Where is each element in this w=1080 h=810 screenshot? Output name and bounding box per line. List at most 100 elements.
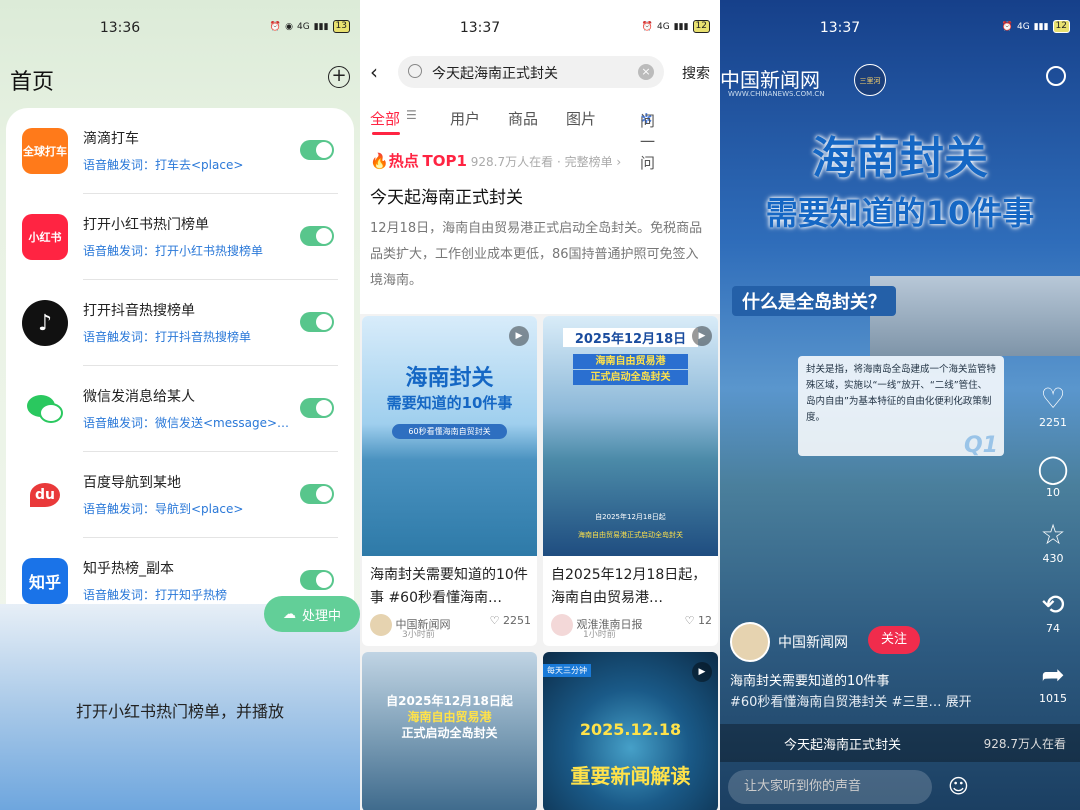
result-card[interactable]: 2025年12月18日 海南自由贸易港 正式启动全岛封关 自2025年12月18…	[543, 316, 718, 646]
forward-icon: ➦	[1041, 658, 1065, 691]
add-icon[interactable]: +	[328, 66, 350, 88]
like-button[interactable]: ♡ 2251	[1034, 382, 1072, 429]
status-time: 13:37	[459, 20, 501, 36]
tab-bar: 全部 ☰ 用户 商品 图片 ✲ 问一问	[370, 108, 656, 172]
shortcut-trigger: 语音触发词：打开小红书热搜榜单	[83, 244, 264, 258]
shortcut-name: 微信发消息给某人	[83, 389, 195, 405]
hot-topic-badge[interactable]: 🔥热点 TOP1 928.7万人在看 · 完整榜单 ›	[370, 150, 621, 171]
result-thumbnail: 自2025年12月18日起 海南自由贸易港 正式启动全岛封关	[362, 652, 537, 810]
battery-indicator: 13	[332, 20, 350, 33]
tab-users[interactable]: 用户	[450, 108, 480, 129]
favorite-button[interactable]: ☆ 430	[1034, 518, 1072, 565]
alarm-icon: ⏰	[269, 21, 282, 32]
play-icon: ▶	[692, 326, 712, 346]
result-thumbnail: 2025年12月18日 海南自由贸易港 正式启动全岛封关 自2025年12月18…	[543, 316, 718, 556]
shortcut-name: 百度导航到某地	[83, 475, 181, 491]
shortcut-trigger: 语音触发词：导航到<place>	[83, 502, 244, 516]
xiaohongshu-logo-icon: 小红书	[22, 214, 68, 260]
follow-button[interactable]: 关注	[868, 626, 920, 654]
douyin-logo-icon: ♪	[22, 300, 68, 346]
tab-images[interactable]: 图片	[566, 108, 596, 129]
toggle-switch[interactable]	[300, 312, 334, 332]
battery-indicator: 12	[1052, 20, 1070, 33]
share-button[interactable]: ⟲ 74	[1034, 588, 1072, 635]
list-item[interactable]: 小红书 打开小红书热门榜单语音触发词：打开小红书热搜榜单	[6, 194, 354, 280]
status-bar: 13:37 ⏰ 4G ▮▮▮ 12	[720, 0, 1080, 56]
list-item[interactable]: 微信发消息给某人语音触发词：微信发送<message>…	[6, 366, 354, 452]
status-time: 13:36	[99, 20, 141, 36]
search-input[interactable]: 今天起海南正式封关 ×	[398, 56, 664, 88]
status-bar: 13:37 ⏰ 4G ▮▮▮ 12	[360, 0, 720, 56]
avatar	[370, 614, 392, 636]
result-thumbnail: 每天三分钟 2025.12.18 重要新闻解读 ▶	[543, 652, 718, 810]
result-card[interactable]: 海南封关 需要知道的10件事 60秒看懂海南自贸封关 ▶ 海南封关需要知道的10…	[362, 316, 537, 646]
video-caption: 海南封关需要知道的10件事	[730, 674, 890, 689]
shortcut-name: 打开抖音热搜榜单	[83, 303, 195, 319]
voice-command-text: 打开小红书热门榜单，并播放	[75, 702, 284, 721]
status-bar: 13:36 ⏰ ◉ 4G ▮▮▮ 13	[0, 0, 360, 56]
toggle-switch[interactable]	[300, 570, 334, 590]
result-thumbnail: 海南封关 需要知道的10件事 60秒看懂海南自贸封关 ▶	[362, 316, 537, 556]
shortcut-name: 打开小红书热门榜单	[83, 217, 209, 233]
emoji-icon[interactable]: ☺	[948, 774, 969, 798]
signal-label: 4G	[656, 21, 670, 32]
zhihu-logo-icon: 知乎	[22, 558, 68, 604]
hot-topic-bar[interactable]: 今天起海南正式封关 928.7万人在看	[720, 724, 1080, 762]
tab-products[interactable]: 商品	[508, 108, 538, 129]
avatar	[551, 614, 573, 636]
channel-badge: 三里河	[854, 64, 886, 96]
result-caption: 海南封关需要知道的10件事 #60秒看懂海南…	[370, 567, 528, 606]
list-item[interactable]: du 百度导航到某地 语音触发词：导航到<place>	[6, 452, 354, 538]
comment-input[interactable]: 让大家听到你的声音	[728, 770, 932, 804]
heart-icon: ♡	[1040, 382, 1066, 415]
signal-label: 4G	[296, 21, 310, 32]
explanation-box: 封关是指，将海南岛全岛建成一个海关监管特殊区域，实施以“一线”放开、“二线”管住…	[798, 356, 1004, 457]
avatar[interactable]	[730, 622, 770, 662]
result-card[interactable]: 自2025年12月18日起 海南自由贸易港 正式启动全岛封关	[362, 652, 537, 810]
result-card[interactable]: 每天三分钟 2025.12.18 重要新闻解读 ▶	[543, 652, 718, 810]
toggle-switch[interactable]	[300, 484, 334, 504]
shortcut-trigger: 语音触发词：微信发送<message>…	[83, 416, 290, 430]
signal-icon: ▮▮▮	[313, 21, 329, 32]
star-icon: ☆	[1040, 518, 1066, 551]
author-name[interactable]: 中国新闻网	[778, 632, 848, 652]
toggle-switch[interactable]	[300, 398, 334, 418]
voice-command-panel: 打开小红书热门榜单，并播放	[0, 604, 360, 810]
list-item[interactable]: 全球打车 滴滴打车 语音触发词：打车去<place>	[6, 108, 354, 194]
back-icon[interactable]: ‹	[370, 60, 378, 84]
shortcuts-screen: 13:36 ⏰ ◉ 4G ▮▮▮ 13 首页 + 全球打车 滴滴打车 语音触发词：打车去<p…	[0, 0, 360, 810]
search-button[interactable]: 搜索	[682, 63, 710, 83]
list-item[interactable]: ♪ 打开抖音热搜榜单语音触发词：打开抖音热搜榜单	[6, 280, 354, 366]
shortcut-name: 滴滴打车	[83, 131, 139, 147]
page-title: 首页	[10, 70, 55, 95]
tab-all[interactable]: 全部	[370, 108, 400, 129]
video-player-screen: 13:37 ⏰ 4G ▮▮▮ 12 中国新闻网 WWW.CHINANEWS.COM.C…	[720, 0, 1080, 810]
shortcut-list: 全球打车 滴滴打车 语音触发词：打车去<place> 小红书 打开小红书热门榜单语音触…	[6, 108, 354, 628]
play-icon: ▶	[509, 326, 529, 346]
forward-button[interactable]: ➦ 1015	[1034, 658, 1072, 705]
search-icon[interactable]	[1046, 66, 1066, 86]
alarm-icon: ⏰	[1001, 21, 1013, 32]
video-hashtags[interactable]: #60秒看懂海南自贸港封关 #三里… 展开	[730, 691, 972, 710]
toggle-switch[interactable]	[300, 140, 334, 160]
video-title-line2: 需要知道的10件事	[765, 194, 1035, 232]
shortcut-trigger: 语音触发词：打开知乎热榜	[83, 588, 228, 602]
battery-indicator: 12	[692, 20, 710, 33]
hot-topic-description: 12月18日，海南自由贸易港正式启动全岛封关。免税商品品类扩大，工作创业成本更低…	[370, 221, 703, 288]
brand-url: WWW.CHINANEWS.COM.CN	[728, 90, 825, 98]
didi-logo-icon: 全球打车	[22, 128, 68, 174]
tab-indicator	[372, 132, 400, 135]
location-icon: ◉	[285, 21, 293, 32]
filter-icon[interactable]: ☰	[406, 108, 417, 122]
comment-button[interactable]: ◯ 10	[1034, 452, 1072, 499]
processing-button[interactable]: ☁ 处理中	[264, 596, 360, 632]
shortcut-trigger: 语音触发词：打开抖音热搜榜单	[83, 330, 252, 344]
alarm-icon: ⏰	[641, 21, 653, 32]
question-banner: 什么是全岛封关？	[732, 286, 896, 316]
toggle-switch[interactable]	[300, 226, 334, 246]
play-icon: ▶	[692, 662, 712, 682]
clear-icon[interactable]: ×	[638, 64, 654, 80]
hot-topic-title[interactable]: 今天起海南正式封关	[370, 183, 523, 208]
shortcut-name: 知乎热榜_副本	[83, 561, 174, 577]
city-skyline	[870, 276, 1080, 356]
